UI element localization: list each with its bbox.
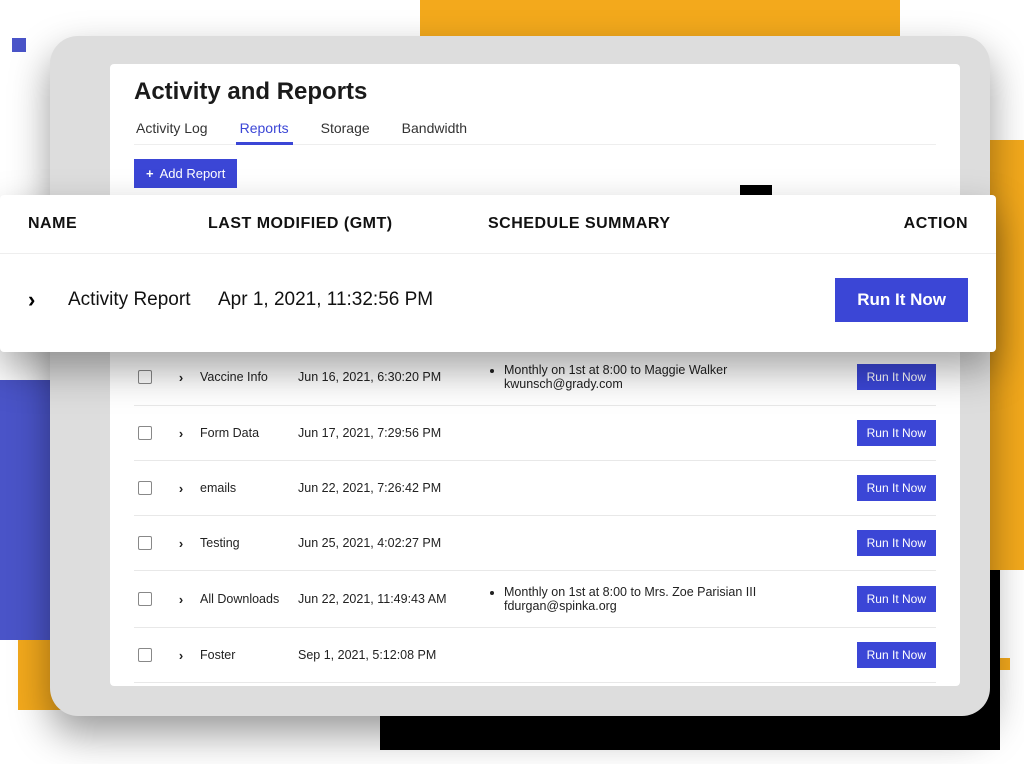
column-header-schedule: SCHEDULE SUMMARY xyxy=(488,215,818,233)
run-it-now-button[interactable]: Run It Now xyxy=(857,364,936,390)
app-screen: Activity and Reports Activity Log Report… xyxy=(110,64,960,686)
tab-activity-log[interactable]: Activity Log xyxy=(134,114,210,144)
run-it-now-button[interactable]: Run It Now xyxy=(857,642,936,668)
table-row: › All Downloads Jun 22, 2021, 11:49:43 A… xyxy=(134,570,936,627)
table-row: › Foster Sep 1, 2021, 5:12:08 PM Run It … xyxy=(134,627,936,682)
expand-icon[interactable]: › xyxy=(170,370,192,385)
table-row: › Vaccine Info Jun 16, 2021, 6:30:20 PM … xyxy=(134,348,936,405)
row-checkbox[interactable] xyxy=(138,536,152,550)
row-name: Testing xyxy=(200,536,290,550)
row-checkbox[interactable] xyxy=(138,370,152,384)
run-it-now-button[interactable]: Run It Now xyxy=(857,586,936,612)
row-checkbox[interactable] xyxy=(138,592,152,606)
card-body-row: › Activity Report Apr 1, 2021, 11:32:56 … xyxy=(0,254,996,352)
column-header-last-modified: LAST MODIFIED (GMT) xyxy=(208,215,488,233)
run-it-now-button[interactable]: Run It Now xyxy=(857,475,936,501)
row-last-modified: Sep 1, 2021, 5:12:08 PM xyxy=(298,648,478,662)
run-it-now-button[interactable]: Run It Now xyxy=(835,278,968,322)
card-header-row: NAME LAST MODIFIED (GMT) SCHEDULE SUMMAR… xyxy=(0,195,996,254)
row-name: All Downloads xyxy=(200,592,290,606)
run-it-now-button[interactable]: Run It Now xyxy=(857,530,936,556)
expand-icon[interactable]: › xyxy=(170,648,192,663)
expand-icon[interactable]: › xyxy=(170,536,192,551)
tab-bandwidth[interactable]: Bandwidth xyxy=(400,114,469,144)
row-last-modified: Jun 16, 2021, 6:30:20 PM xyxy=(298,370,478,384)
reports-table: › Vaccine Info Jun 16, 2021, 6:30:20 PM … xyxy=(134,348,936,686)
row-schedule-item: Monthly on 1st at 8:00 to Mrs. Zoe Paris… xyxy=(504,585,828,613)
table-row: › emails Jun 22, 2021, 7:26:42 PM Run It… xyxy=(134,460,936,515)
column-header-action: ACTION xyxy=(818,215,968,233)
tab-reports[interactable]: Reports xyxy=(238,114,291,144)
expand-icon[interactable]: › xyxy=(170,426,192,441)
row-name: Form Data xyxy=(200,426,290,440)
highlighted-report-card: NAME LAST MODIFIED (GMT) SCHEDULE SUMMAR… xyxy=(0,195,996,352)
row-checkbox[interactable] xyxy=(138,426,152,440)
row-last-modified: Jun 22, 2021, 7:26:42 PM xyxy=(298,481,478,495)
expand-icon[interactable]: › xyxy=(170,481,192,496)
highlighted-row-name: Activity Report xyxy=(68,289,218,311)
highlighted-row-last-modified: Apr 1, 2021, 11:32:56 PM xyxy=(218,289,498,311)
row-last-modified: Jun 22, 2021, 11:49:43 AM xyxy=(298,592,478,606)
table-row: › Spacelabs Oct 7, 2021, 12:01:08 AM Run… xyxy=(134,682,936,686)
column-header-name: NAME xyxy=(28,215,208,233)
run-it-now-button[interactable]: Run It Now xyxy=(857,420,936,446)
row-checkbox[interactable] xyxy=(138,648,152,662)
tabs-bar: Activity Log Reports Storage Bandwidth xyxy=(134,114,936,145)
row-name: Vaccine Info xyxy=(200,370,290,384)
table-row: › Form Data Jun 17, 2021, 7:29:56 PM Run… xyxy=(134,405,936,460)
tablet-frame: Activity and Reports Activity Log Report… xyxy=(50,36,990,716)
add-report-label: Add Report xyxy=(160,166,226,181)
row-schedule: Monthly on 1st at 8:00 to Maggie Walker … xyxy=(486,363,828,391)
table-row: › Testing Jun 25, 2021, 4:02:27 PM Run I… xyxy=(134,515,936,570)
decorative-shape xyxy=(12,38,26,52)
row-last-modified: Jun 17, 2021, 7:29:56 PM xyxy=(298,426,478,440)
plus-icon: + xyxy=(146,166,154,181)
row-checkbox[interactable] xyxy=(138,481,152,495)
page-title: Activity and Reports xyxy=(134,78,936,106)
row-schedule-item: Monthly on 1st at 8:00 to Maggie Walker … xyxy=(504,363,828,391)
expand-icon[interactable]: › xyxy=(170,592,192,607)
add-report-button[interactable]: + Add Report xyxy=(134,159,237,188)
row-schedule: Monthly on 1st at 8:00 to Mrs. Zoe Paris… xyxy=(486,585,828,613)
tab-storage[interactable]: Storage xyxy=(319,114,372,144)
expand-icon[interactable]: › xyxy=(28,287,68,313)
row-name: emails xyxy=(200,481,290,495)
row-last-modified: Jun 25, 2021, 4:02:27 PM xyxy=(298,536,478,550)
row-name: Foster xyxy=(200,648,290,662)
